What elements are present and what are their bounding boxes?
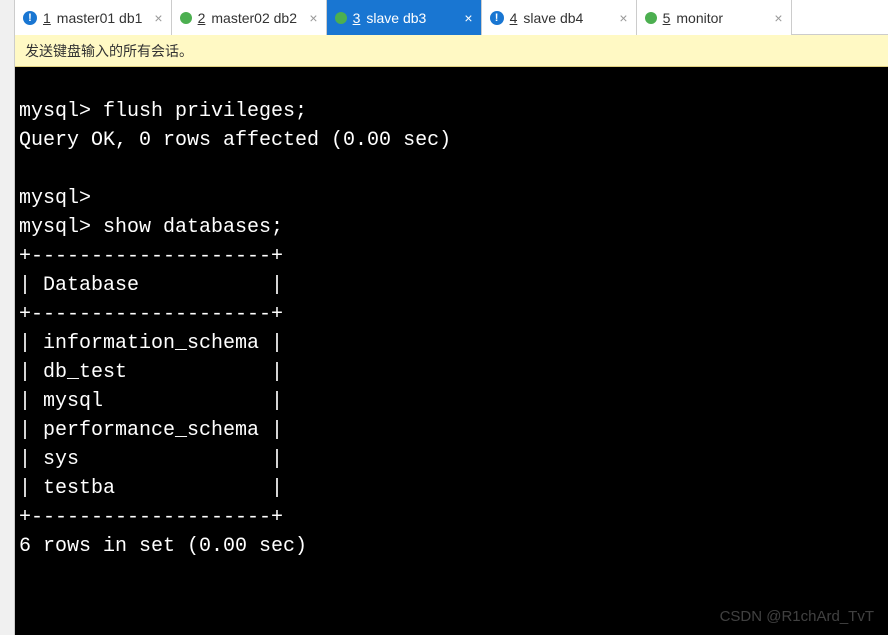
status-dot-icon xyxy=(335,12,347,24)
tab-master01-db1[interactable]: ! 1 master01 db1 × xyxy=(15,0,172,35)
terminal[interactable]: mysql> flush privileges; Query OK, 0 row… xyxy=(15,67,888,635)
tab-master02-db2[interactable]: 2 master02 db2 × xyxy=(172,0,327,35)
status-dot-icon xyxy=(180,12,192,24)
tab-label: slave db3 xyxy=(366,10,426,26)
close-icon[interactable]: × xyxy=(303,10,317,26)
watermark: CSDN @R1chArd_TvT xyxy=(720,608,874,625)
tab-label: slave db4 xyxy=(523,10,583,26)
close-icon[interactable]: × xyxy=(458,10,472,26)
tab-number: 4 xyxy=(510,10,518,26)
tab-label: master01 db1 xyxy=(57,10,143,26)
info-bar: 发送键盘输入的所有会话。 xyxy=(15,35,888,67)
status-dot-icon xyxy=(645,12,657,24)
tab-bar: !1 master01 db1×2 master02 db2×3 slave d… xyxy=(15,0,888,35)
tab-label: monitor xyxy=(676,10,723,26)
tab-monitor[interactable]: 5 monitor × xyxy=(637,0,792,35)
warning-icon: ! xyxy=(490,11,504,25)
close-icon[interactable]: × xyxy=(768,10,782,26)
left-gutter xyxy=(0,0,15,635)
tab-number: 2 xyxy=(198,10,206,26)
tab-label: master02 db2 xyxy=(211,10,297,26)
info-bar-text: 发送键盘输入的所有会话。 xyxy=(25,41,193,61)
tab-slave-db3[interactable]: 3 slave db3 × xyxy=(327,0,482,35)
close-icon[interactable]: × xyxy=(613,10,627,26)
close-icon[interactable]: × xyxy=(148,10,162,26)
tab-slave-db4[interactable]: ! 4 slave db4 × xyxy=(482,0,637,35)
tab-number: 5 xyxy=(663,10,671,26)
tab-number: 3 xyxy=(353,10,361,26)
tab-number: 1 xyxy=(43,10,51,26)
warning-icon: ! xyxy=(23,11,37,25)
